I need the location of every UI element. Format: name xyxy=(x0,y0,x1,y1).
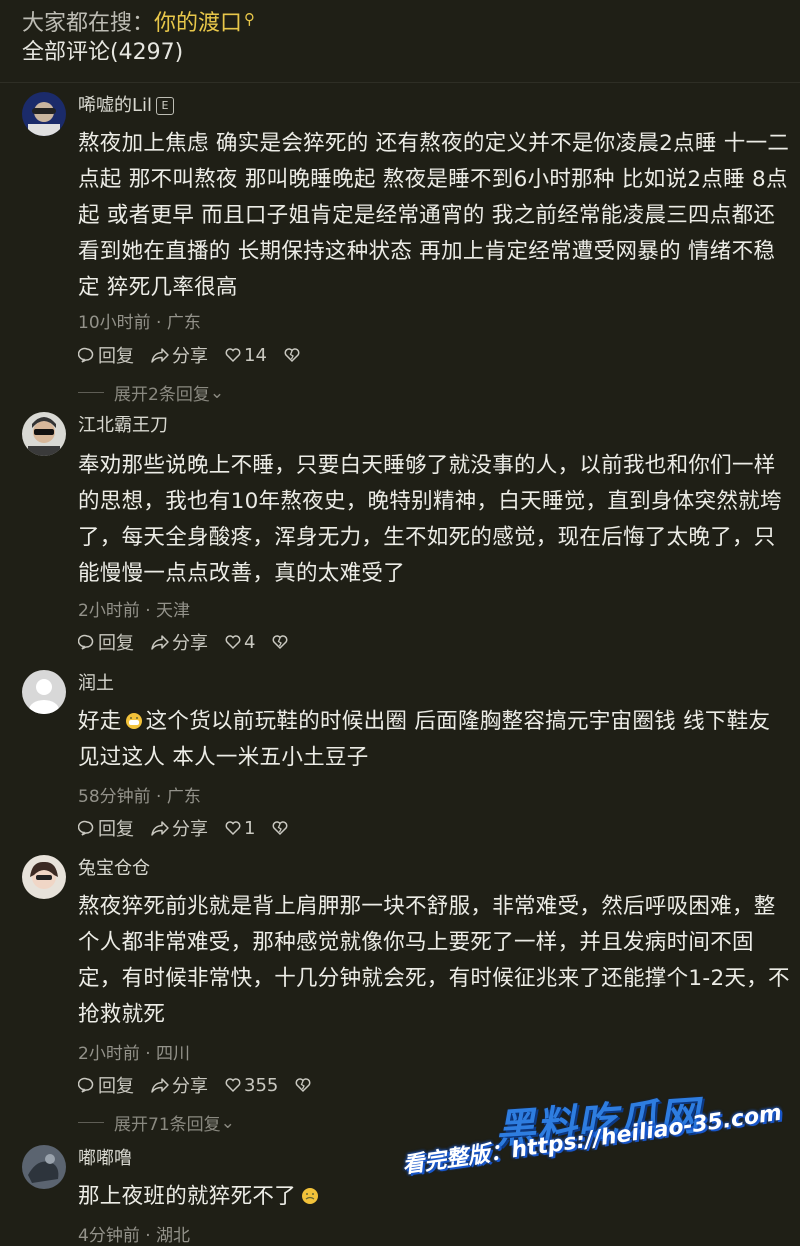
reply-label: 回复 xyxy=(98,1076,134,1097)
share-icon xyxy=(151,1078,169,1093)
like-button[interactable]: 14 xyxy=(224,345,267,366)
username[interactable]: 嘟嘟噜 xyxy=(78,1145,132,1173)
comment-meta: 2小时前 · 天津 xyxy=(78,601,191,621)
dislike-button[interactable] xyxy=(271,819,291,837)
broken-heart-icon xyxy=(295,1078,311,1093)
username[interactable]: 润土 xyxy=(78,670,114,698)
comments-count: 全部评论(4297) xyxy=(22,40,184,65)
comment-text-end: 这个货以前玩鞋的时候出圈 后面隆胸整容搞元宇宙圈钱 线下鞋友见过这人 本人一米五… xyxy=(78,709,771,770)
emoji-icon xyxy=(125,713,142,729)
like-button[interactable]: 4 xyxy=(224,632,255,653)
share-button[interactable]: 分享 xyxy=(150,1072,208,1098)
username[interactable]: 唏嘘的Lil E xyxy=(78,92,175,120)
comment-meta: 10小时前 · 广东 xyxy=(78,313,201,333)
share-button[interactable]: 分享 xyxy=(150,342,208,368)
comment-text: 奉劝那些说晚上不睡，只要白天睡够了就没事的人，以前我也和你们一样的思想，我也有1… xyxy=(78,453,782,586)
author-badge: E xyxy=(156,97,175,115)
chevron-down-icon: ⌄ xyxy=(209,382,225,403)
trending-search-term[interactable]: 你的渡口 xyxy=(154,11,242,36)
chevron-down-icon: ⌄ xyxy=(220,1112,235,1133)
share-label: 分享 xyxy=(172,633,208,654)
reply-label: 回复 xyxy=(98,346,134,367)
comment-text: 熬夜猝死前兆就是背上肩胛那一块不舒服，非常难受，然后呼吸困难，整个人都非常难受，… xyxy=(78,894,790,1027)
dislike-button[interactable] xyxy=(271,633,291,651)
comment-actions: 回复 分享 4 xyxy=(78,628,307,656)
reply-icon xyxy=(78,347,94,363)
search-icon: ⚲ xyxy=(244,10,256,28)
broken-heart-icon xyxy=(272,821,288,836)
like-button[interactable]: 355 xyxy=(224,1075,278,1096)
reply-label: 回复 xyxy=(98,633,134,654)
share-button[interactable]: 分享 xyxy=(150,629,208,655)
reply-button[interactable]: 回复 xyxy=(78,1072,134,1098)
reply-button[interactable]: 回复 xyxy=(78,815,134,841)
avatar[interactable] xyxy=(22,1145,66,1189)
expand-divider xyxy=(78,1122,104,1123)
comment-actions: 回复 分享 14 xyxy=(78,341,319,369)
share-icon xyxy=(151,348,169,363)
comment-actions: 回复 分享 355 xyxy=(78,1071,330,1099)
share-label: 分享 xyxy=(172,346,208,367)
dislike-button[interactable] xyxy=(294,1076,314,1094)
reply-icon xyxy=(78,1077,94,1093)
like-count: 355 xyxy=(244,1074,279,1096)
heart-icon xyxy=(225,348,241,363)
reply-icon xyxy=(78,820,94,836)
like-count: 14 xyxy=(244,344,267,366)
like-count: 1 xyxy=(244,817,256,839)
header-divider xyxy=(0,82,800,83)
comment-meta: 2小时前 · 四川 xyxy=(78,1044,191,1064)
comment-text: 熬夜加上焦虑 确实是会猝死的 还有熬夜的定义并不是你凌晨2点睡 十一二点起 那不… xyxy=(78,131,790,300)
username[interactable]: 江北霸王刀 xyxy=(78,412,168,440)
broken-heart-icon xyxy=(284,348,300,363)
expand-replies-button[interactable]: 展开71条回复 ⌄ xyxy=(78,1110,235,1135)
expand-divider xyxy=(78,392,104,393)
search-header: 大家都在搜：你的渡口 ⚲ 全部评论(4297) xyxy=(22,0,782,72)
share-icon xyxy=(151,635,169,650)
comment-meta: 4分钟前 · 湖北 xyxy=(78,1226,191,1246)
like-count: 4 xyxy=(244,631,256,653)
avatar[interactable] xyxy=(22,412,66,456)
dislike-button[interactable] xyxy=(283,346,303,364)
like-button[interactable]: 1 xyxy=(224,818,255,839)
expand-replies-label: 展开2条回复 xyxy=(114,385,210,405)
heart-icon xyxy=(225,635,241,650)
username[interactable]: 兔宝仓仓 xyxy=(78,855,150,883)
reply-icon xyxy=(78,634,94,650)
emoji-icon xyxy=(302,1188,319,1204)
avatar[interactable] xyxy=(22,92,66,136)
username-text: 唏嘘的Lil xyxy=(78,95,153,116)
avatar[interactable] xyxy=(22,670,66,714)
comment-actions: 回复 分享 1 xyxy=(78,814,307,842)
share-label: 分享 xyxy=(172,819,208,840)
reply-button[interactable]: 回复 xyxy=(78,342,134,368)
comment-meta: 58分钟前 · 广东 xyxy=(78,787,201,807)
comment-text-main: 那上夜班的就猝死不了 xyxy=(78,1184,297,1209)
watermark: 黑料吃瓜网 看完整版：https://heiliao-35.com xyxy=(400,1080,800,1245)
reply-label: 回复 xyxy=(98,819,134,840)
expand-replies-label: 展开71条回复 xyxy=(114,1115,221,1135)
share-icon xyxy=(151,821,169,836)
comment-text-start: 好走 xyxy=(78,709,122,734)
share-label: 分享 xyxy=(172,1076,208,1097)
heart-icon xyxy=(225,1078,241,1093)
avatar[interactable] xyxy=(22,855,66,899)
share-button[interactable]: 分享 xyxy=(150,815,208,841)
broken-heart-icon xyxy=(272,635,288,650)
trending-search-row[interactable]: 大家都在搜：你的渡口 ⚲ xyxy=(22,0,782,38)
trending-search-prefix: 大家都在搜： xyxy=(22,11,155,36)
reply-button[interactable]: 回复 xyxy=(78,629,134,655)
expand-replies-button[interactable]: 展开2条回复 ⌄ xyxy=(78,380,224,405)
comment-text: 好走 这个货以前玩鞋的时候出圈 后面隆胸整容搞元宇宙圈钱 线下鞋友见过这人 本人一… xyxy=(78,704,790,776)
heart-icon xyxy=(225,821,241,836)
